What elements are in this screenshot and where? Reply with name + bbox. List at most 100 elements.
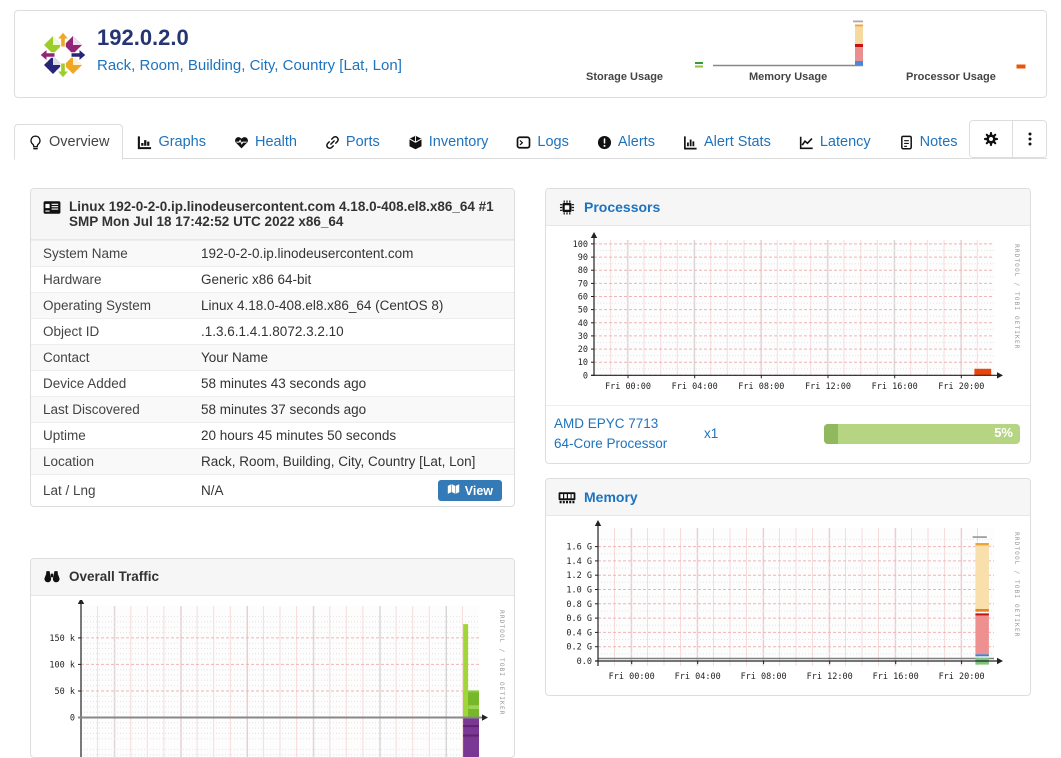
bar-chart-icon [137, 135, 152, 150]
tab-label: Overview [49, 134, 109, 150]
system-row-uptime: Uptime20 hours 45 minutes 50 seconds [31, 422, 514, 448]
svg-text:1.4 G: 1.4 G [566, 557, 592, 567]
processors-title[interactable]: Processors [584, 199, 660, 215]
memory-module-icon [558, 490, 576, 505]
tab-label: Ports [346, 134, 380, 150]
tab-notes[interactable]: Notes [885, 124, 972, 160]
memory-title[interactable]: Memory [584, 489, 638, 505]
system-row-system-name: System Name192-0-2-0.ip.linodeuserconten… [31, 240, 514, 266]
device-tabbar: Overview GraphsHealth Ports Inventory Logs Al… [14, 119, 1047, 159]
view-map-button[interactable]: View [438, 480, 502, 501]
processors-graph[interactable]: 0102030405060708090100Fri 00:00Fri 04:00… [546, 226, 1030, 405]
svg-text:40: 40 [578, 319, 588, 329]
binoculars-icon [43, 570, 61, 585]
storage-usage-label: Storage Usage [586, 71, 663, 83]
processors-card: Processors 0102030405060708090100Fri 00:… [545, 188, 1031, 464]
svg-text:90: 90 [578, 253, 588, 263]
tab-label: Latency [820, 134, 871, 150]
row-value: .1.3.6.1.4.1.8072.3.2.10 [201, 324, 502, 339]
svg-text:1.2 G: 1.2 G [566, 571, 592, 581]
gear-icon[interactable] [970, 121, 1012, 157]
tab-health[interactable]: Health [220, 124, 311, 160]
device-ip-title: 192.0.2.0 [97, 25, 189, 51]
device-location-link[interactable]: Rack, Room, Building, City, Country [Lat… [97, 57, 402, 74]
svg-text:1.0 G: 1.0 G [566, 586, 592, 596]
tab-inventory[interactable]: Inventory [394, 124, 503, 160]
overall-traffic-header: Overall Traffic [31, 559, 514, 596]
tab-label: Alert Stats [704, 134, 771, 150]
alert-stats-icon [683, 135, 698, 150]
processor-usage-label: Processor Usage [906, 71, 996, 83]
row-value: Generic x86 64-bit [201, 272, 502, 287]
row-label: System Name [43, 246, 201, 261]
tab-alerts[interactable]: Alerts [583, 124, 669, 160]
row-label: Operating System [43, 298, 201, 313]
link-icon [325, 135, 340, 150]
svg-text:0.0: 0.0 [577, 657, 592, 667]
row-value: Linux 4.18.0-408.el8.x86_64 (CentOS 8) [201, 298, 502, 313]
system-info-card: Linux 192-0-2-0.ip.linodeusercontent.com… [30, 188, 515, 507]
svg-text:Fri 20:00: Fri 20:00 [939, 672, 985, 682]
cpu-name-link[interactable]: AMD EPYC 7713 64-Core Processor [554, 414, 704, 453]
storage-usage-sparkline[interactable] [694, 61, 704, 69]
svg-text:100 k: 100 k [49, 660, 75, 670]
svg-text:0: 0 [583, 371, 588, 381]
tab-label: Alerts [618, 134, 655, 150]
processor-usage-sparkline[interactable] [1016, 64, 1026, 69]
tab-overview[interactable]: Overview [14, 124, 123, 160]
row-value: 20 hours 45 minutes 50 seconds [201, 428, 502, 443]
tab-label: Inventory [429, 134, 489, 150]
system-row-lat-lng: Lat / LngN/AView [31, 474, 514, 506]
svg-text:50 k: 50 k [55, 687, 75, 697]
svg-text:Fri 08:00: Fri 08:00 [738, 382, 784, 392]
line-chart-icon [799, 135, 814, 150]
memory-usage-sparkline[interactable] [709, 19, 877, 71]
system-row-last-discovered: Last Discovered58 minutes 37 seconds ago [31, 396, 514, 422]
tab-ports[interactable]: Ports [311, 124, 394, 160]
tab-logs[interactable]: Logs [502, 124, 582, 160]
row-label: Device Added [43, 376, 201, 391]
row-label: Object ID [43, 324, 201, 339]
svg-text:80: 80 [578, 266, 588, 276]
cpu-usage-fill [824, 424, 838, 444]
overall-traffic-title: Overall Traffic [69, 569, 159, 584]
memory-card: Memory 0.00.2 G0.4 G0.6 G0.8 G1.0 G1.2 G… [545, 478, 1031, 696]
svg-text:RRDTOOL / TOBI OETIKER: RRDTOOL / TOBI OETIKER [1013, 532, 1020, 637]
svg-text:100: 100 [573, 240, 588, 250]
overall-traffic-card: Overall Traffic 050 k100 k150 kRRDTOOL /… [30, 558, 515, 758]
svg-text:Fri 16:00: Fri 16:00 [872, 382, 918, 392]
alert-circle-icon [597, 135, 612, 150]
svg-text:Fri 12:00: Fri 12:00 [805, 382, 851, 392]
memory-graph[interactable]: 0.00.2 G0.4 G0.6 G0.8 G1.0 G1.2 G1.4 G1.… [546, 516, 1030, 693]
overall-traffic-graph[interactable]: 050 k100 k150 kRRDTOOL / TOBI OETIKER [31, 596, 514, 758]
kebab-icon[interactable] [1012, 121, 1046, 157]
tab-alert-stats[interactable]: Alert Stats [669, 124, 785, 160]
tab-label: Logs [537, 134, 568, 150]
svg-text:0: 0 [70, 714, 75, 724]
chip-icon [558, 200, 576, 215]
system-row-contact: ContactYour Name [31, 344, 514, 370]
row-label: Location [43, 454, 201, 469]
svg-text:Fri 20:00: Fri 20:00 [938, 382, 984, 392]
svg-text:70: 70 [578, 279, 588, 289]
row-value: 58 minutes 37 seconds ago [201, 402, 502, 417]
memory-header: Memory [546, 479, 1030, 516]
memory-usage-label: Memory Usage [749, 71, 827, 83]
tab-latency[interactable]: Latency [785, 124, 885, 160]
svg-text:Fri 08:00: Fri 08:00 [741, 672, 787, 682]
svg-text:0.8 G: 0.8 G [566, 600, 592, 610]
terminal-icon [516, 135, 531, 150]
system-row-location: LocationRack, Room, Building, City, Coun… [31, 448, 514, 474]
svg-text:0.6 G: 0.6 G [566, 614, 592, 624]
svg-text:50: 50 [578, 306, 588, 316]
row-label: Last Discovered [43, 402, 201, 417]
svg-text:60: 60 [578, 293, 588, 303]
svg-text:Fri 04:00: Fri 04:00 [672, 382, 718, 392]
tab-graphs[interactable]: Graphs [123, 124, 220, 160]
svg-text:0.2 G: 0.2 G [566, 643, 592, 653]
svg-text:Fri 04:00: Fri 04:00 [675, 672, 721, 682]
heart-pulse-icon [234, 135, 249, 150]
tab-actions-group [969, 120, 1047, 158]
map-icon [447, 483, 460, 498]
svg-text:Fri 16:00: Fri 16:00 [873, 672, 919, 682]
